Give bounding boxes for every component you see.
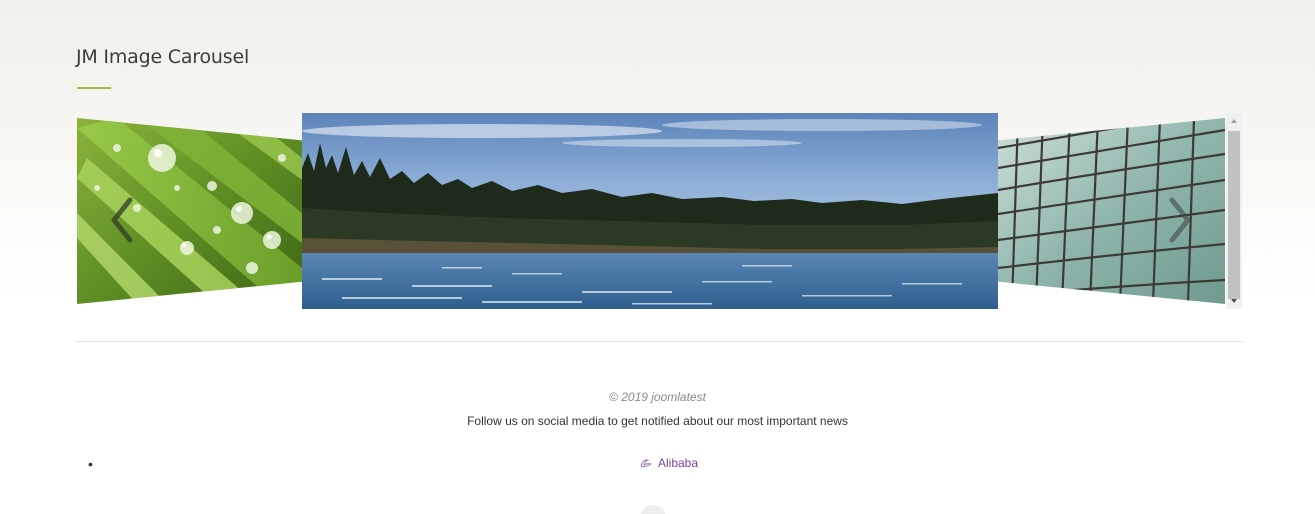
scrollbar-thumb[interactable]: [1228, 131, 1240, 299]
carousel-prev-button[interactable]: [102, 190, 142, 250]
social-link-alibaba[interactable]: Alibaba: [640, 456, 698, 470]
slide-image-lake: [302, 113, 998, 309]
scroll-up-arrow-icon[interactable]: [1226, 113, 1242, 129]
chevron-left-icon: [111, 197, 133, 243]
copyright-text: © 2019 joomlatest: [609, 390, 706, 404]
list-bullet: •: [88, 456, 93, 472]
social-link-label: Alibaba: [658, 456, 699, 470]
carousel-scrollbar[interactable]: [1226, 113, 1242, 309]
image-carousel: [0, 0, 1315, 340]
carousel-slide-center[interactable]: [302, 113, 998, 309]
page: JM Image Carousel © 2019 joomlatest Foll…: [0, 0, 1315, 514]
follow-us-text: Follow us on social media to get notifie…: [467, 414, 848, 428]
chevron-right-icon: [1169, 197, 1191, 243]
alibaba-icon: [640, 459, 653, 468]
carousel-next-button[interactable]: [1160, 190, 1200, 250]
scroll-down-arrow-icon[interactable]: [1226, 293, 1242, 309]
section-divider: [76, 341, 1243, 342]
back-to-top-button[interactable]: [640, 505, 666, 514]
